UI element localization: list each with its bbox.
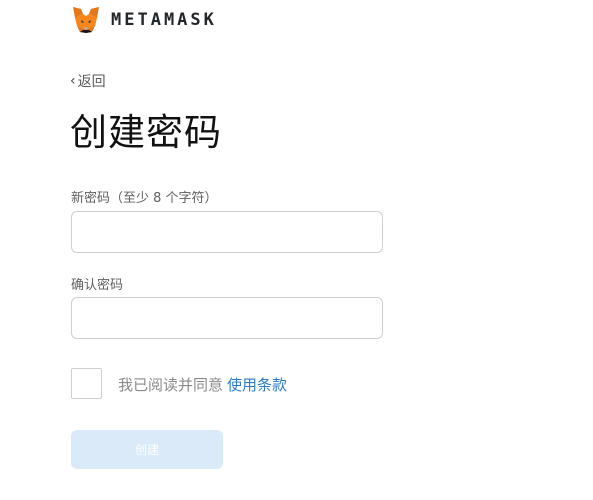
create-button[interactable]: 创建 [71, 430, 223, 469]
page-title: 创建密码 [70, 111, 222, 154]
create-password-page: METAMASK ‹ 返回 创建密码 新密码（至少 8 个字符） 确认密码 我已… [0, 0, 593, 500]
terms-agreement: 我已阅读并同意 使用条款 [118, 374, 287, 395]
confirm-password-input[interactable] [71, 297, 383, 339]
metamask-fox-icon [73, 7, 99, 33]
new-password-label: 新密码（至少 8 个字符） [71, 191, 218, 206]
metamask-logo: METAMASK [71, 6, 217, 34]
brand-name: METAMASK [111, 10, 217, 30]
chevron-left-icon: ‹ [70, 73, 76, 89]
back-label: 返回 [77, 74, 106, 90]
confirm-password-label: 确认密码 [71, 278, 124, 293]
agree-text: 我已阅读并同意 [118, 376, 224, 394]
terms-of-use-link[interactable]: 使用条款 [227, 376, 287, 394]
new-password-input[interactable] [71, 211, 383, 253]
terms-checkbox[interactable] [71, 368, 102, 399]
back-link[interactable]: ‹ 返回 [70, 71, 106, 91]
